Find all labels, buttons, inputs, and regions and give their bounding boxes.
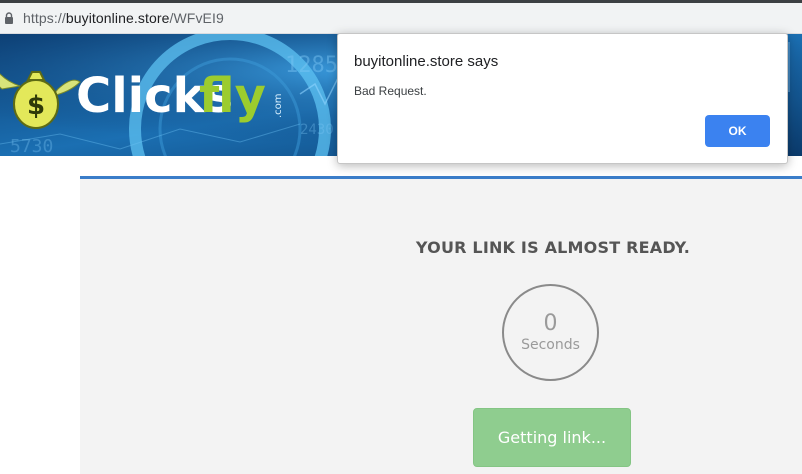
countdown-value: 0	[543, 311, 558, 336]
page-title: YOUR LINK IS ALMOST READY.	[415, 238, 691, 257]
svg-text:5730: 5730	[10, 136, 53, 156]
svg-text:fly: fly	[199, 68, 266, 124]
lock-icon[interactable]	[3, 10, 15, 26]
dialog-message: Bad Request.	[354, 84, 427, 98]
countdown-label: Seconds	[521, 337, 580, 353]
svg-text:1285: 1285	[285, 53, 338, 78]
countdown-timer: 0 Seconds	[502, 284, 599, 381]
url-path: /WFvEI9	[169, 10, 224, 26]
link-panel: YOUR LINK IS ALMOST READY. 0 Seconds Get…	[80, 176, 802, 474]
url-text[interactable]: https://buyitonline.store/WFvEI9	[23, 10, 224, 26]
svg-text:2430: 2430	[300, 122, 334, 138]
dialog-title: buyitonline.store says	[354, 53, 499, 70]
svg-text:$: $	[27, 91, 45, 121]
getting-link-button[interactable]: Getting link...	[473, 408, 631, 467]
url-host: buyitonline.store	[65, 10, 170, 26]
url-scheme: https://	[23, 10, 66, 26]
svg-text:.com: .com	[273, 93, 284, 118]
address-bar[interactable]: https://buyitonline.store/WFvEI9	[0, 3, 802, 34]
ok-button[interactable]: OK	[705, 115, 770, 147]
alert-dialog: buyitonline.store says Bad Request. OK	[337, 33, 788, 164]
